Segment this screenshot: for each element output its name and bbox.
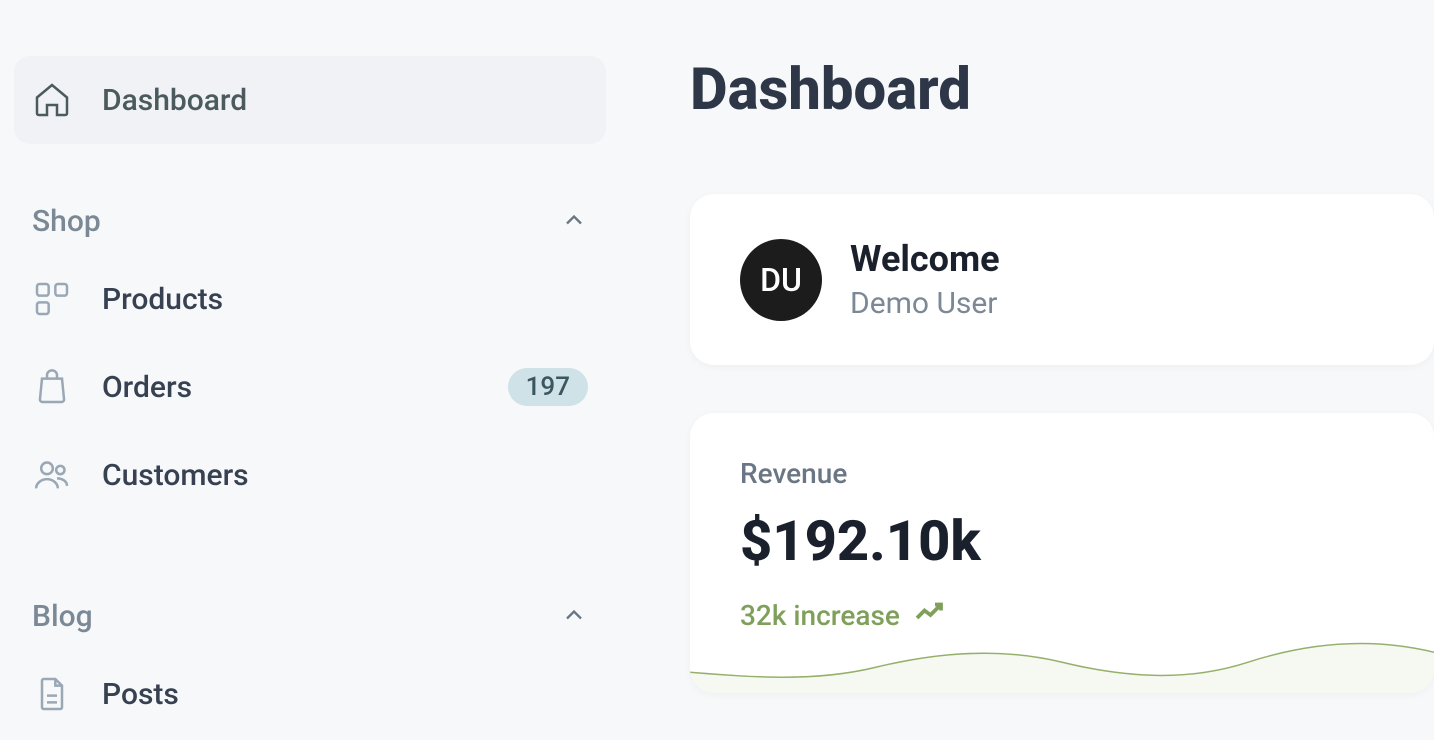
sidebar-item-label: Customers [102, 458, 249, 493]
grid-icon [32, 279, 72, 319]
orders-badge: 197 [508, 368, 588, 406]
welcome-title: Welcome [850, 238, 1000, 280]
chevron-up-icon [560, 206, 588, 238]
sidebar-item-label: Posts [102, 677, 179, 712]
sidebar-item-label: Dashboard [102, 83, 247, 118]
main-content: Dashboard DU Welcome Demo User Revenue $… [620, 0, 1434, 740]
sidebar-item-dashboard[interactable]: Dashboard [14, 56, 606, 144]
trend-up-icon [914, 598, 950, 633]
page-title: Dashboard [690, 56, 1434, 124]
section-label: Shop [32, 204, 101, 239]
sidebar-item-customers[interactable]: Customers [14, 431, 606, 519]
revenue-card: Revenue $192.10k 32k increase [690, 413, 1434, 693]
revenue-value: $192.10k [740, 508, 1384, 574]
chevron-up-icon [560, 601, 588, 633]
revenue-change-text: 32k increase [740, 599, 900, 632]
sidebar-item-label: Products [102, 282, 223, 317]
sidebar: Dashboard Shop Products Orders 197 Custo… [0, 0, 620, 740]
sidebar-section-shop[interactable]: Shop [14, 184, 606, 255]
sidebar-item-products[interactable]: Products [14, 255, 606, 343]
document-icon [32, 674, 72, 714]
bag-icon [32, 367, 72, 407]
welcome-subtitle: Demo User [850, 286, 1000, 321]
welcome-card: DU Welcome Demo User [690, 194, 1434, 365]
users-icon [32, 455, 72, 495]
welcome-text: Welcome Demo User [850, 238, 1000, 321]
home-icon [32, 80, 72, 120]
sidebar-item-label: Orders [102, 370, 192, 405]
revenue-label: Revenue [740, 457, 1384, 490]
sidebar-item-orders[interactable]: Orders 197 [14, 343, 606, 431]
sidebar-item-posts[interactable]: Posts [14, 650, 606, 738]
revenue-sparkline [690, 633, 1434, 693]
section-label: Blog [32, 599, 93, 634]
avatar: DU [740, 239, 822, 321]
revenue-change: 32k increase [740, 598, 1384, 633]
sidebar-section-blog[interactable]: Blog [14, 579, 606, 650]
